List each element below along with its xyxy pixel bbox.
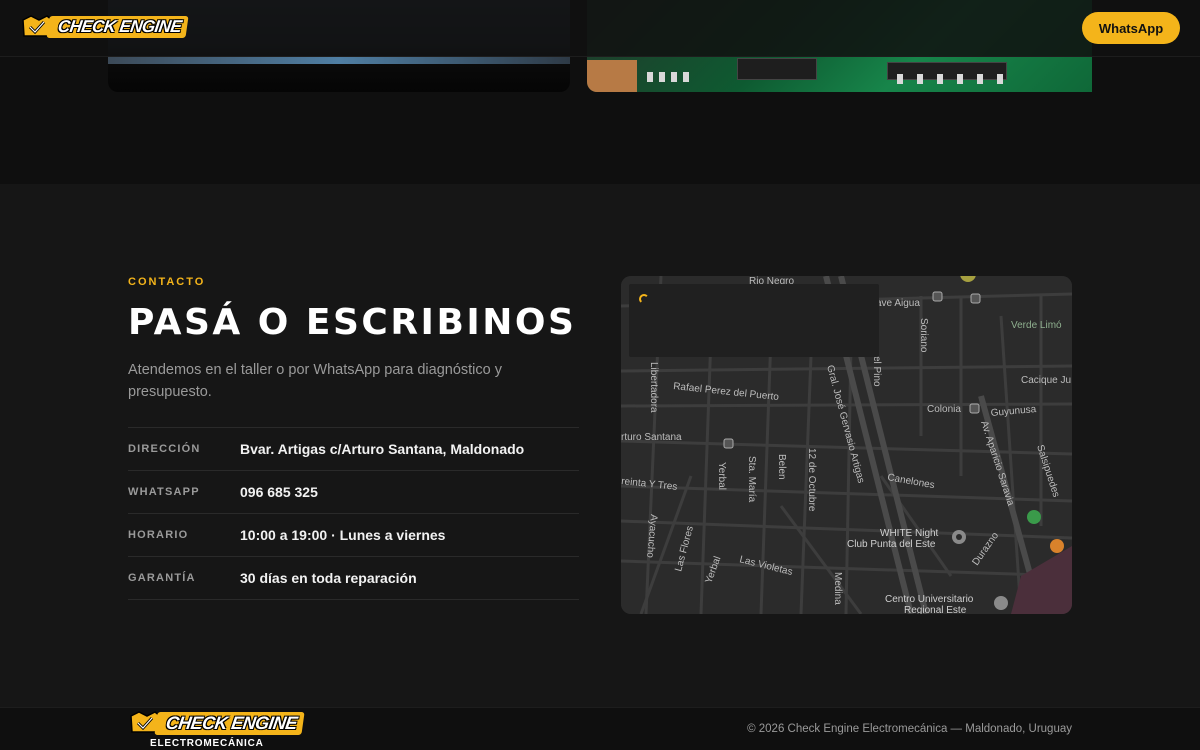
footer-logo-text: CHECK ENGINE bbox=[154, 711, 305, 735]
location-map[interactable]: Rio Negro ave Aigua Verde Limó Soriano e… bbox=[621, 276, 1072, 614]
map-label: Yerbal bbox=[716, 462, 727, 490]
contact-info-list: DIRECCIÓN Bvar. Artigas c/Arturo Santana… bbox=[128, 427, 579, 600]
info-label: GARANTÍA bbox=[128, 572, 196, 584]
info-value[interactable]: 096 685 325 bbox=[240, 484, 318, 500]
info-value: 10:00 a 19:00 · Lunes a viernes bbox=[240, 527, 446, 543]
shop-pin-icon[interactable] bbox=[1050, 539, 1064, 553]
section-title: PASÁ O ESCRIBINOS bbox=[128, 302, 577, 343]
map-label: Club Punta del Este bbox=[847, 539, 936, 550]
map-label: Sta. María bbox=[746, 456, 757, 503]
map-info-card bbox=[629, 284, 879, 357]
site-header: CHECK ENGINE WhatsApp bbox=[0, 0, 1200, 57]
map-label: Medina bbox=[832, 572, 843, 605]
map-label: Centro Universitario bbox=[885, 594, 974, 605]
map-label: rturo Santana bbox=[621, 432, 682, 443]
map-label: Colonia bbox=[927, 404, 961, 415]
map-label: ave Aigua bbox=[876, 298, 920, 309]
bus-stop-icon[interactable] bbox=[969, 403, 980, 414]
info-label: DIRECCIÓN bbox=[128, 443, 201, 455]
map-label: el Pino bbox=[871, 356, 882, 387]
bus-stop-icon[interactable] bbox=[723, 438, 734, 449]
info-label: HORARIO bbox=[128, 529, 189, 541]
map-label: Verde Limó bbox=[1011, 320, 1062, 331]
map-label: Libertadora bbox=[648, 362, 659, 413]
copyright-text: © 2026 Check Engine Electromecánica — Ma… bbox=[747, 723, 1072, 735]
info-row-whatsapp: WHATSAPP 096 685 325 bbox=[128, 471, 579, 514]
footer-logo-subtitle: ELECTROMECÁNICA bbox=[150, 738, 264, 749]
university-pin-icon[interactable] bbox=[994, 596, 1008, 610]
section-eyebrow: CONTACTO bbox=[128, 276, 206, 288]
footer-logo[interactable]: CHECK ENGINE ELECTROMECÁNICA bbox=[128, 710, 305, 749]
site-footer: CHECK ENGINE ELECTROMECÁNICA © 2026 Chec… bbox=[0, 707, 1200, 750]
park-pin-icon[interactable] bbox=[1027, 510, 1041, 524]
bus-stop-icon[interactable] bbox=[932, 291, 943, 302]
brand-logo-text: CHECK ENGINE bbox=[46, 16, 189, 38]
info-row-address: DIRECCIÓN Bvar. Artigas c/Arturo Santana… bbox=[128, 428, 579, 471]
section-subtitle: Atendemos en el taller o por WhatsApp pa… bbox=[128, 362, 502, 400]
whatsapp-button[interactable]: WhatsApp bbox=[1082, 12, 1180, 44]
map-label: Belen bbox=[776, 454, 787, 480]
info-value: 30 días en toda reparación bbox=[240, 570, 417, 586]
info-value: Bvar. Artigas c/Arturo Santana, Maldonad… bbox=[240, 441, 525, 457]
brand-logo[interactable]: CHECK ENGINE bbox=[20, 14, 189, 40]
contact-section: CONTACTO PASÁ O ESCRIBINOS Atendemos en … bbox=[0, 184, 1200, 707]
map-label: 12 de Octubre bbox=[806, 448, 817, 512]
info-row-hours: HORARIO 10:00 a 19:00 · Lunes a viernes bbox=[128, 514, 579, 557]
map-label: Regional Este bbox=[904, 605, 967, 614]
map-label: Soriano bbox=[918, 318, 929, 353]
map-label: WHITE Night bbox=[880, 528, 939, 539]
info-label: WHATSAPP bbox=[128, 486, 200, 498]
map-label: Cacique Ju bbox=[1021, 375, 1071, 386]
info-row-warranty: GARANTÍA 30 días en toda reparación bbox=[128, 557, 579, 600]
bus-stop-icon[interactable] bbox=[970, 293, 981, 304]
loading-spinner-icon bbox=[639, 294, 649, 304]
